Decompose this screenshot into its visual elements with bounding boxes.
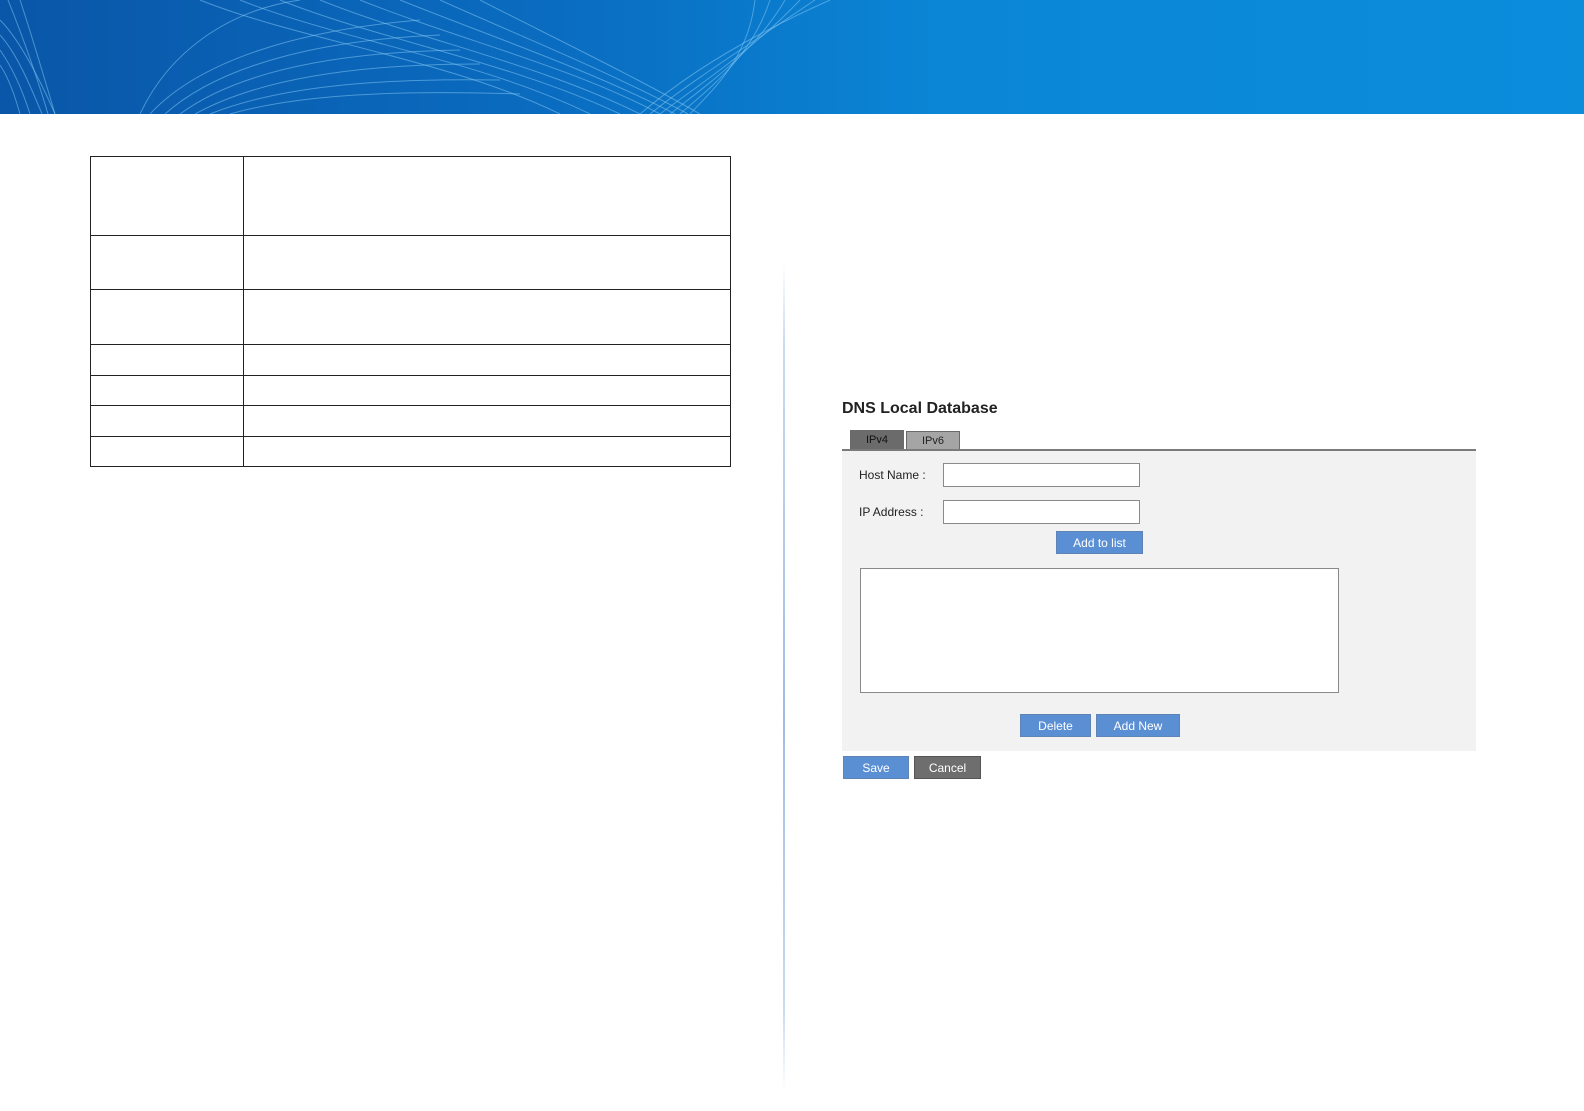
table-cell	[90, 344, 244, 376]
table-row	[90, 405, 731, 437]
table-cell	[90, 375, 244, 406]
table-row	[90, 436, 731, 467]
delete-button[interactable]: Delete	[1020, 714, 1091, 737]
dns-entry-list[interactable]	[860, 568, 1339, 693]
table-cell	[90, 289, 244, 345]
table-cell	[90, 235, 244, 290]
table-cell	[90, 405, 244, 437]
tab-ipv4[interactable]: IPv4	[850, 430, 904, 450]
table-cell	[243, 289, 731, 345]
table-row	[90, 344, 731, 376]
add-new-button[interactable]: Add New	[1096, 714, 1180, 737]
table-row	[90, 235, 731, 290]
table-cell	[90, 156, 244, 236]
cancel-button[interactable]: Cancel	[914, 756, 981, 779]
description-table	[90, 156, 731, 467]
table-cell	[243, 235, 731, 290]
table-cell	[90, 436, 244, 467]
header-banner	[0, 0, 1584, 114]
column-divider	[783, 262, 785, 1092]
save-button[interactable]: Save	[843, 756, 909, 779]
tab-ipv6[interactable]: IPv6	[906, 431, 960, 450]
table-row	[90, 289, 731, 345]
banner-wave-graphic	[0, 0, 831, 114]
table-cell	[243, 375, 731, 406]
panel-title: DNS Local Database	[842, 400, 998, 417]
host-name-label: Host Name :	[859, 468, 926, 482]
ip-address-input[interactable]	[943, 500, 1140, 524]
table-row	[90, 156, 731, 236]
table-cell	[243, 405, 731, 437]
add-to-list-button[interactable]: Add to list	[1056, 531, 1143, 554]
table-cell	[243, 344, 731, 376]
table-cell	[243, 436, 731, 467]
host-name-input[interactable]	[943, 463, 1140, 487]
ip-address-label: IP Address :	[859, 505, 924, 519]
table-row	[90, 375, 731, 406]
table-cell	[243, 156, 731, 236]
